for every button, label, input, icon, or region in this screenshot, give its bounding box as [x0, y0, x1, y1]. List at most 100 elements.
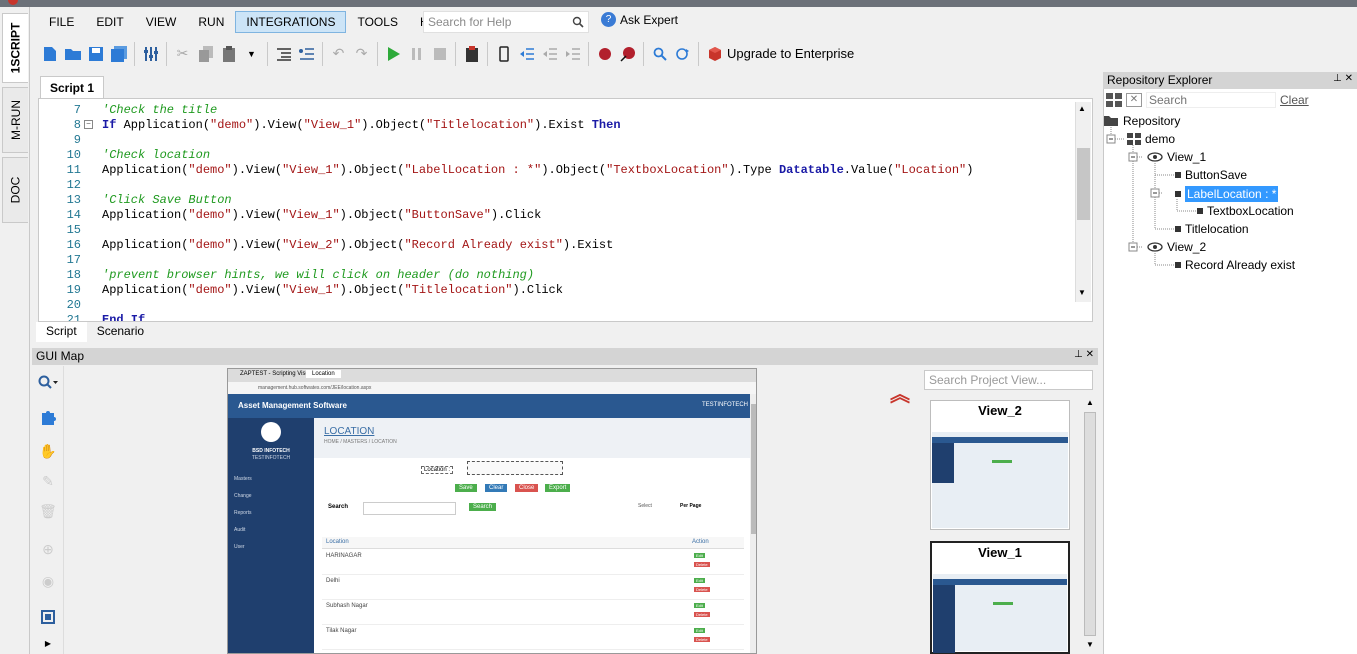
menu-integrations[interactable]: INTEGRATIONS: [235, 11, 347, 33]
open-folder-icon[interactable]: [62, 43, 83, 65]
pause-icon[interactable]: [406, 43, 427, 65]
delete-icon[interactable]: 🗑: [37, 500, 59, 522]
tab-doc[interactable]: DOC: [2, 157, 28, 223]
fit-screen-icon[interactable]: [37, 606, 59, 628]
code-line[interactable]: 11 Application("demo").View("View_1").Obj…: [39, 163, 1079, 178]
cut-icon[interactable]: ✂: [172, 43, 193, 65]
code-line[interactable]: 20: [39, 298, 1079, 313]
hand-icon[interactable]: ✋: [37, 440, 59, 462]
tab-script[interactable]: Script: [36, 322, 87, 342]
tab-script-1[interactable]: Script 1: [40, 76, 104, 98]
undo-icon[interactable]: ↶: [328, 43, 349, 65]
record-stop-icon[interactable]: [617, 43, 638, 65]
tree-node-titlelocation[interactable]: Titlelocation: [1175, 222, 1249, 236]
tab-scenario[interactable]: Scenario: [87, 322, 154, 342]
menu-run[interactable]: RUN: [187, 11, 235, 33]
close-icon[interactable]: ✕: [1126, 93, 1142, 107]
code-line[interactable]: 9: [39, 133, 1079, 148]
object-icon: [1175, 172, 1181, 178]
stop-icon[interactable]: [429, 43, 450, 65]
save-icon[interactable]: [85, 43, 106, 65]
view-thumbnail-view-1[interactable]: View_1: [930, 541, 1070, 654]
scroll-up-icon[interactable]: ▲: [1086, 398, 1094, 407]
tree-node-textboxlocation[interactable]: TextboxLocation: [1197, 204, 1294, 218]
code-editor[interactable]: 7 'Check the title 8− If Application("demo"…: [38, 98, 1093, 322]
fold-toggle-icon[interactable]: −: [84, 120, 93, 129]
paste-dropdown-icon[interactable]: ▼: [241, 43, 262, 65]
grid-view-icon[interactable]: [1106, 93, 1122, 107]
ask-expert-button[interactable]: ? Ask Expert: [601, 12, 678, 27]
search-icon: [572, 16, 584, 28]
tab-m-run[interactable]: M-RUN: [2, 87, 28, 153]
comment-icon[interactable]: [296, 43, 317, 65]
scroll-up-icon[interactable]: ▲: [1078, 104, 1086, 113]
code-line[interactable]: 10 'Check location: [39, 148, 1079, 163]
run-icon[interactable]: [383, 43, 404, 65]
collapse-up-icon[interactable]: ︽: [890, 378, 910, 407]
indent-icon[interactable]: [273, 43, 294, 65]
code-line[interactable]: 13 'Click Save Button: [39, 193, 1079, 208]
help-search-input[interactable]: Search for Help: [423, 11, 589, 33]
record-icon[interactable]: [594, 43, 615, 65]
code-line[interactable]: 19 Application("demo").View("View_1").Obj…: [39, 283, 1079, 298]
editor-scrollbar[interactable]: ▲ ▼: [1075, 102, 1091, 302]
app-select: Select: [638, 503, 652, 509]
code-line[interactable]: 18 'prevent browser hints, we will click …: [39, 268, 1079, 283]
step-over-icon[interactable]: [539, 43, 560, 65]
redo-icon[interactable]: ↷: [351, 43, 372, 65]
view-thumbnail-view-2[interactable]: View_2: [930, 400, 1070, 530]
eye-icon: [1147, 242, 1163, 252]
tree-node-repository[interactable]: Repository: [1103, 114, 1180, 128]
find-icon[interactable]: [649, 43, 670, 65]
target-icon[interactable]: ⊕: [37, 538, 59, 560]
step-out-icon[interactable]: [562, 43, 583, 65]
new-file-icon[interactable]: [39, 43, 60, 65]
pin-close-icon[interactable]: ⊥ ✕: [1074, 349, 1094, 364]
settings-sliders-icon[interactable]: [140, 43, 161, 65]
upgrade-button[interactable]: Upgrade to Enterprise: [707, 46, 854, 62]
tab-1script[interactable]: 1SCRIPT: [2, 13, 28, 83]
code-line[interactable]: 14 Application("demo").View("View_1").Obj…: [39, 208, 1079, 223]
puzzle-icon[interactable]: [37, 406, 59, 428]
project-view-scrollbar[interactable]: ▲ ▼: [1082, 396, 1098, 654]
captured-app-screenshot[interactable]: ZAPTEST - Scripting Visu... Location man…: [227, 368, 757, 654]
expand-icon[interactable]: ▶: [37, 632, 59, 654]
code-token: "View_2": [282, 238, 340, 252]
code-line[interactable]: 12: [39, 178, 1079, 193]
tree-node-view-2[interactable]: View_2: [1147, 240, 1206, 254]
scroll-thumb[interactable]: [1084, 412, 1096, 636]
code-line[interactable]: 16 Application("demo").View("View_2").Obj…: [39, 238, 1079, 253]
clipboard-icon[interactable]: [461, 43, 482, 65]
tree-node-demo[interactable]: demo: [1127, 132, 1175, 146]
menu-file[interactable]: FILE: [38, 11, 85, 33]
save-all-icon[interactable]: [108, 43, 129, 65]
menu-edit[interactable]: EDIT: [85, 11, 134, 33]
project-view-search[interactable]: Search Project View...: [924, 370, 1093, 390]
replace-icon[interactable]: [672, 43, 693, 65]
code-line[interactable]: 15: [39, 223, 1079, 238]
record-icon[interactable]: ◉: [37, 570, 59, 592]
scroll-down-icon[interactable]: ▼: [1086, 640, 1094, 649]
pin-close-icon[interactable]: ⊥ ✕: [1333, 73, 1353, 88]
line-number: 21: [66, 313, 81, 322]
menu-tools[interactable]: TOOLS: [346, 11, 408, 33]
tree-node-view-1[interactable]: View_1: [1147, 150, 1206, 164]
code-line[interactable]: 8− If Application("demo").View("View_1").…: [39, 118, 1079, 133]
scroll-down-icon[interactable]: ▼: [1078, 288, 1086, 297]
clear-link[interactable]: Clear: [1280, 93, 1309, 107]
paste-icon[interactable]: [218, 43, 239, 65]
menu-view[interactable]: VIEW: [135, 11, 188, 33]
step-into-icon[interactable]: [516, 43, 537, 65]
zoom-icon[interactable]: [37, 372, 59, 394]
mobile-icon[interactable]: [493, 43, 514, 65]
scroll-thumb[interactable]: [1077, 148, 1090, 220]
edit-icon[interactable]: ✎: [37, 470, 59, 492]
tree-node-buttonsave[interactable]: ButtonSave: [1175, 168, 1247, 182]
code-line[interactable]: 21 End If: [39, 313, 1079, 322]
tree-node-labellocation[interactable]: LabelLocation : *: [1175, 186, 1279, 202]
code-line[interactable]: 17: [39, 253, 1079, 268]
repository-search-input[interactable]: [1146, 92, 1276, 108]
copy-icon[interactable]: [195, 43, 216, 65]
code-line[interactable]: 7 'Check the title: [39, 103, 1079, 118]
tree-node-record-already-exist[interactable]: Record Already exist: [1175, 258, 1295, 272]
